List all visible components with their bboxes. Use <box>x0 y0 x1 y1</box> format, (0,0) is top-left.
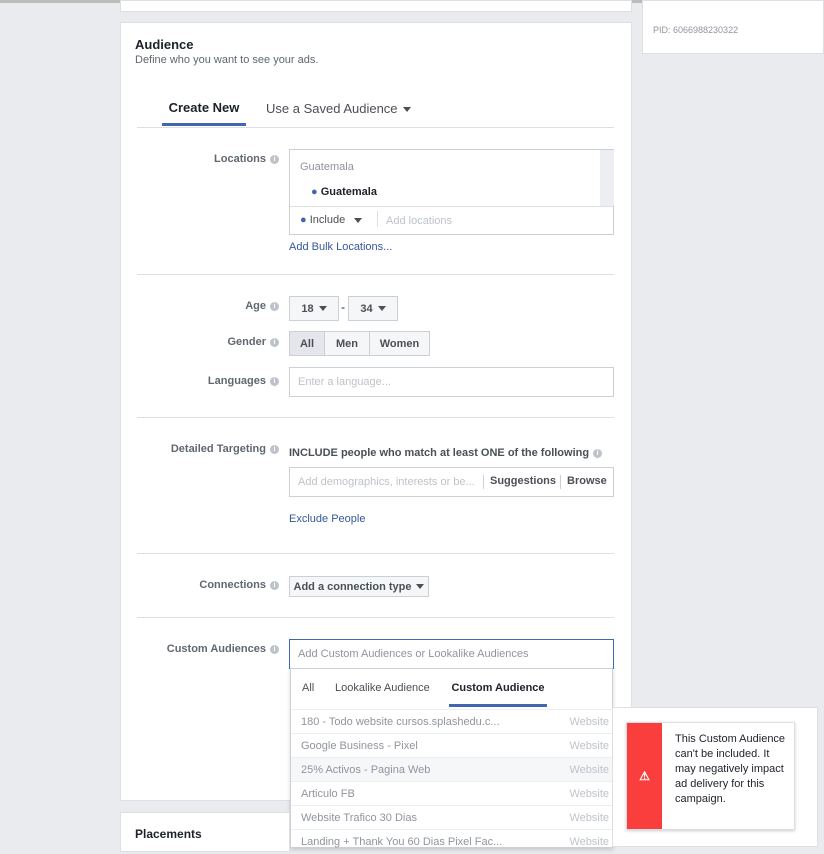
placements-title: Placements <box>135 827 202 841</box>
divider <box>137 617 614 618</box>
list-item[interactable]: Website Trafico 30 Dias Website <box>291 805 613 829</box>
detailed-targeting-label: Detailed Targeting i <box>171 443 279 455</box>
dropdown-tab-lookalike[interactable]: Lookalike Audience <box>335 682 430 694</box>
locations-box: Guatemala ● Guatemala ● Include Add loca… <box>289 149 614 235</box>
side-panel: PID: 6066988230322 <box>642 0 824 54</box>
gender-all-button[interactable]: All <box>289 331 325 356</box>
exclude-people-link[interactable]: Exclude People <box>289 513 365 525</box>
map-pin-icon: ● <box>311 186 318 198</box>
info-icon: i <box>270 154 279 164</box>
add-bulk-locations-link[interactable]: Add Bulk Locations... <box>289 241 392 253</box>
list-item[interactable]: 25% Activos - Pagina Web Website <box>291 757 613 781</box>
add-connection-type-dropdown[interactable]: Add a connection type <box>289 576 429 597</box>
include-dropdown[interactable]: ● Include <box>300 214 363 226</box>
tab-label: Use a Saved Audience <box>266 101 398 116</box>
dropdown-tab-all[interactable]: All <box>302 682 314 694</box>
warning-tooltip: ⚠ This Custom Audience can't be included… <box>626 722 795 830</box>
connections-label: Connections i <box>199 579 279 591</box>
custom-audiences-input[interactable]: Add Custom Audiences or Lookalike Audien… <box>289 639 614 669</box>
languages-label: Languages i <box>208 375 279 387</box>
list-item[interactable]: Landing + Thank You 60 Dias Pixel Fac...… <box>291 829 613 853</box>
section-title: Audience <box>135 37 194 52</box>
tab-saved-audience[interactable]: Use a Saved Audience <box>266 101 411 116</box>
divider <box>137 274 614 275</box>
gender-label: Gender i <box>227 336 279 348</box>
detailed-targeting-desc: INCLUDE people who match at least ONE of… <box>289 447 603 459</box>
locations-label: Locations i <box>214 153 279 165</box>
browse-button[interactable]: Browse <box>567 475 607 487</box>
list-item[interactable]: Articulo FB Website <box>291 781 613 805</box>
warning-text: This Custom Audience can't be included. … <box>675 733 786 805</box>
list-item[interactable]: 180 - Todo website cursos.splashedu.c...… <box>291 709 613 733</box>
divider <box>137 127 614 128</box>
previous-section-card <box>120 0 632 12</box>
scrollbar[interactable] <box>600 150 614 206</box>
age-max-dropdown[interactable]: 34 <box>348 296 398 321</box>
tab-create-new[interactable]: Create New <box>162 100 246 126</box>
divider <box>137 553 614 554</box>
section-subtitle: Define who you want to see your ads. <box>135 54 319 66</box>
gender-women-button[interactable]: Women <box>369 331 430 356</box>
add-locations-input[interactable]: Add locations <box>386 215 452 227</box>
pid-text: PID: 6066988230322 <box>653 25 739 35</box>
age-label: Age i <box>245 300 279 312</box>
selected-location[interactable]: ● Guatemala <box>311 186 377 198</box>
age-min-dropdown[interactable]: 18 <box>289 296 339 321</box>
suggestions-button[interactable]: Suggestions <box>490 475 556 487</box>
dropdown-tab-custom[interactable]: Custom Audience <box>449 682 547 707</box>
map-pin-icon: ● <box>300 214 307 226</box>
detailed-targeting-box: Add demographics, interests or be... Sug… <box>289 467 614 497</box>
custom-audiences-dropdown: All Lookalike Audience Custom Audience 1… <box>290 668 613 848</box>
custom-audiences-label: Custom Audiences i <box>167 643 279 655</box>
languages-input[interactable]: Enter a language... <box>289 367 614 397</box>
age-separator: - <box>341 300 345 314</box>
caret-down-icon <box>402 107 411 113</box>
gender-men-button[interactable]: Men <box>324 331 370 356</box>
divider <box>137 417 614 418</box>
list-item[interactable]: Google Business - Pixel Website <box>291 733 613 757</box>
placements-card: Placements <box>120 812 290 852</box>
detailed-targeting-input[interactable]: Add demographics, interests or be... <box>298 476 475 488</box>
location-search-value: Guatemala <box>300 161 354 173</box>
warning-icon: ⚠ <box>627 723 662 829</box>
